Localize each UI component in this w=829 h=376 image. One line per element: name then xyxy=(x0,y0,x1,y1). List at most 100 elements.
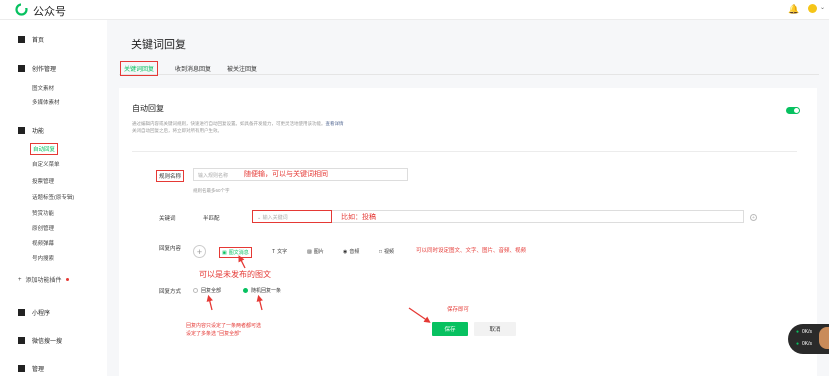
content-type-label: 视频 xyxy=(384,249,395,255)
sidebar-section-creation[interactable]: 创作管理 xyxy=(18,64,56,73)
keyword-label: 关键词 xyxy=(159,216,176,222)
content-type-label: 图片 xyxy=(313,249,324,255)
upload-icon: ● xyxy=(796,329,800,335)
home-icon xyxy=(18,36,25,43)
sidebar-section-label: 功能 xyxy=(32,129,45,135)
video-icon: □ xyxy=(379,248,383,255)
tab-keyword-reply[interactable]: 关键词回复 xyxy=(120,61,159,76)
annotation-keyword: 比如：投稿 xyxy=(341,214,376,221)
top-bar: 公众号 🔔 ⌄ xyxy=(0,0,829,20)
miniprogram-icon xyxy=(18,309,25,316)
sidebar-section-manage[interactable]: 管理 xyxy=(18,364,44,373)
content-type-video[interactable]: □ 视频 xyxy=(379,248,395,256)
cancel-button[interactable]: 取消 xyxy=(474,322,516,336)
plus-icon: + xyxy=(18,276,22,283)
chevron-down-icon[interactable]: ⌄ xyxy=(820,4,825,11)
keyword-input-extension[interactable] xyxy=(332,210,744,223)
text-icon: T xyxy=(272,248,276,255)
sidebar-section-label: 创作管理 xyxy=(32,67,57,73)
audio-icon: ◉ xyxy=(343,248,348,255)
add-plugin-label: 添加功能插件 xyxy=(25,278,62,284)
search-icon xyxy=(18,337,25,344)
sidebar-item-original[interactable]: 原创管理 xyxy=(32,224,54,232)
radio-label: 随机回复一条 xyxy=(251,288,282,294)
rule-name-label: 规则名称 xyxy=(156,170,185,182)
sidebar-section-home[interactable]: 首页 xyxy=(18,35,44,44)
annotation-rule-name: 随便输，可以与关键词相同 xyxy=(244,171,328,178)
keyword-input[interactable]: ⌄ 输入关键词 xyxy=(252,210,332,223)
download-icon: ● xyxy=(796,341,800,347)
add-plugin-button[interactable]: + 添加功能插件 xyxy=(18,275,69,284)
upload-speed: ● 0K/s xyxy=(796,329,812,335)
tab-follow-reply[interactable]: 被关注回复 xyxy=(227,64,257,73)
avatar[interactable] xyxy=(808,4,817,13)
manage-icon xyxy=(18,365,25,372)
add-content-icon[interactable]: + xyxy=(193,245,206,258)
radio-reply-all[interactable]: 回复全部 xyxy=(193,287,221,294)
notification-dot xyxy=(65,278,69,281)
content-type-label: 文字 xyxy=(277,249,288,255)
details-link[interactable]: 查看详情 xyxy=(326,121,344,126)
reply-mode-label: 回复方式 xyxy=(159,289,182,295)
annotation-content-types: 可以同时设定图文、文字、图片、音频、视频 xyxy=(416,248,527,254)
sidebar-item-custom-menu[interactable]: 自定义菜单 xyxy=(32,160,60,168)
radio-dot xyxy=(193,288,198,293)
annotation-reply-all-line2: 设定了多条选 "回复全部" xyxy=(186,331,241,337)
rule-name-placeholder: 输入规则名称 xyxy=(198,173,229,179)
desc-line1: 通过编辑内容或关键词规则，快速进行自动回复设置。如具备开发能力，可更灵活地使用该… xyxy=(132,121,326,126)
sidebar-item-article-materials[interactable]: 图文素材 xyxy=(32,84,54,92)
keyword-match-select[interactable]: 半匹配 xyxy=(203,214,220,222)
sidebar-section-search[interactable]: 微信搜一搜 xyxy=(18,336,62,345)
content-type-label: 音频 xyxy=(349,249,360,255)
annotation-reply-all-line1: 回复内容只设定了一条两者都可选 xyxy=(186,323,262,329)
sidebar-section-features[interactable]: 功能 xyxy=(18,126,44,135)
sidebar-item-tipping[interactable]: 赞赏功能 xyxy=(32,209,54,217)
radio-random-one[interactable]: 随机回复一条 xyxy=(243,287,281,294)
brand-title: 公众号 xyxy=(33,6,66,18)
content-type-article[interactable]: ▣ 图文消息 xyxy=(219,247,252,258)
sidebar-section-label: 微信搜一搜 xyxy=(32,339,63,345)
bell-icon[interactable]: 🔔 xyxy=(788,4,799,15)
upload-speed-value: 0K/s xyxy=(802,329,813,335)
image-icon: ▨ xyxy=(307,248,312,255)
keyword-placeholder: 输入关键词 xyxy=(262,215,288,221)
content-type-image[interactable]: ▨ 图片 xyxy=(307,248,324,256)
sidebar-section-label: 首页 xyxy=(32,38,45,44)
radio-dot xyxy=(243,288,248,293)
wechat-mp-logo-icon xyxy=(15,3,28,16)
save-button[interactable]: 保存 xyxy=(432,322,468,336)
radio-label: 回复全部 xyxy=(201,288,222,294)
sidebar-item-voting[interactable]: 投票管理 xyxy=(32,177,54,185)
tab-bar: 关键词回复 收到消息回复 被关注回复 xyxy=(119,61,819,76)
auto-reply-toggle[interactable] xyxy=(786,107,800,114)
speed-ball-icon[interactable] xyxy=(819,327,829,349)
reply-content-label: 回复内容 xyxy=(159,246,182,252)
download-speed-value: 0K/s xyxy=(802,341,813,347)
page-title: 关键词回复 xyxy=(131,39,186,51)
sidebar-item-topic-tags[interactable]: 话题标签(原专辑) xyxy=(32,193,74,201)
desc-line2: 关闭自动回复之后，将立即对所有用户生效。 xyxy=(132,128,222,133)
tab-message-reply[interactable]: 收到消息回复 xyxy=(175,64,211,73)
features-icon xyxy=(18,127,25,134)
divider xyxy=(132,151,797,152)
creation-icon xyxy=(18,65,25,72)
sidebar-section-label: 管理 xyxy=(32,367,45,373)
rule-name-hint: 规则名最多60个字 xyxy=(193,188,230,193)
content-type-audio[interactable]: ◉ 音频 xyxy=(343,248,360,256)
annotation-save: 保存即可 xyxy=(447,307,470,313)
sidebar-item-media-materials[interactable]: 多媒体素材 xyxy=(32,98,60,106)
sidebar-item-search[interactable]: 号内搜索 xyxy=(32,254,54,262)
article-icon: ▣ xyxy=(222,249,227,256)
content-type-text[interactable]: T 文字 xyxy=(272,248,288,256)
sidebar-section-miniprogram[interactable]: 小程序 xyxy=(18,308,50,317)
annotation-reply-all: 回复内容只设定了一条两者都可选 设定了多条选 "回复全部" xyxy=(186,322,261,338)
content-type-label: 图文消息 xyxy=(228,250,249,256)
sidebar-item-video-danmaku[interactable]: 视频弹幕 xyxy=(32,239,54,247)
download-speed: ● 0K/s xyxy=(796,341,812,347)
auto-reply-description: 通过编辑内容或关键词规则，快速进行自动回复设置。如具备开发能力，可更灵活地使用该… xyxy=(132,120,532,134)
auto-reply-title: 自动回复 xyxy=(132,104,164,113)
add-keyword-icon[interactable]: + xyxy=(750,214,757,221)
sidebar-item-auto-reply[interactable]: 自动回复 xyxy=(30,143,59,155)
annotation-unpublished: 可以是未发布的图文 xyxy=(199,270,271,279)
sidebar-section-label: 小程序 xyxy=(32,311,51,317)
